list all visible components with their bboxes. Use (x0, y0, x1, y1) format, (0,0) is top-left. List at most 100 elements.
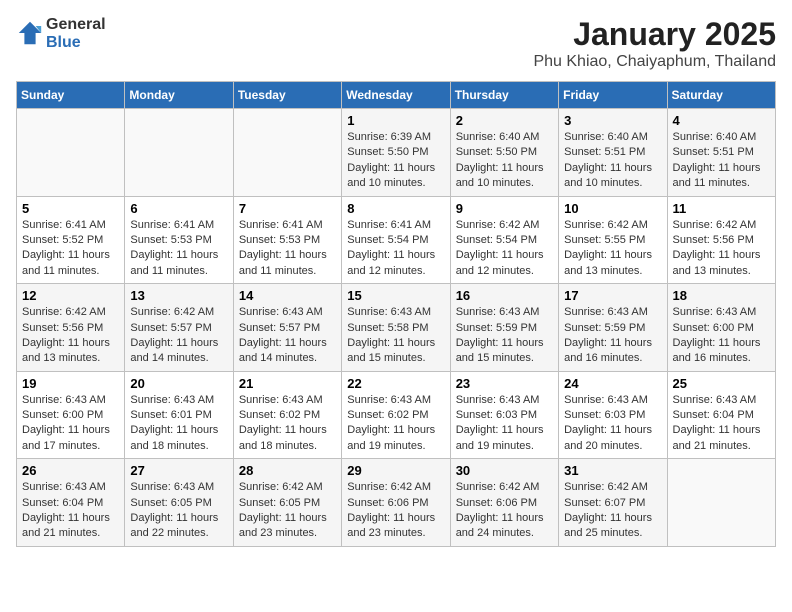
day-info: Sunrise: 6:40 AM Sunset: 5:51 PM Dayligh… (673, 130, 770, 192)
calendar-cell: 20 Sunrise: 6:43 AM Sunset: 6:01 PM Dayli… (125, 371, 233, 459)
calendar-cell: 30 Sunrise: 6:42 AM Sunset: 6:06 PM Dayli… (450, 459, 558, 547)
day-number: 30 (456, 463, 553, 478)
day-number: 6 (130, 201, 227, 216)
day-info: Sunrise: 6:39 AM Sunset: 5:50 PM Dayligh… (347, 130, 444, 192)
day-info: Sunrise: 6:43 AM Sunset: 6:03 PM Dayligh… (564, 393, 661, 455)
calendar-week-row: 19 Sunrise: 6:43 AM Sunset: 6:00 PM Dayli… (17, 371, 776, 459)
day-info: Sunrise: 6:42 AM Sunset: 5:54 PM Dayligh… (456, 218, 553, 280)
calendar-cell: 7Sunrise: 6:41 AM Sunset: 5:53 PM Daylig… (233, 196, 341, 284)
day-info: Sunrise: 6:43 AM Sunset: 6:00 PM Dayligh… (22, 393, 119, 455)
day-info: Sunrise: 6:43 AM Sunset: 5:59 PM Dayligh… (564, 305, 661, 367)
calendar-cell: 9 Sunrise: 6:42 AM Sunset: 5:54 PM Daylig… (450, 196, 558, 284)
day-number: 10 (564, 201, 661, 216)
calendar-cell: 23 Sunrise: 6:43 AM Sunset: 6:03 PM Dayli… (450, 371, 558, 459)
calendar-week-row: 26 Sunrise: 6:43 AM Sunset: 6:04 PM Dayli… (17, 459, 776, 547)
day-number: 9 (456, 201, 553, 216)
calendar-cell: 24 Sunrise: 6:43 AM Sunset: 6:03 PM Dayli… (559, 371, 667, 459)
calendar-cell (125, 109, 233, 197)
day-number: 18 (673, 288, 770, 303)
day-number: 17 (564, 288, 661, 303)
calendar-cell: 5 Sunrise: 6:41 AM Sunset: 5:52 PM Daylig… (17, 196, 125, 284)
calendar-cell: 31 Sunrise: 6:42 AM Sunset: 6:07 PM Dayli… (559, 459, 667, 547)
day-info: Sunrise: 6:41 AM Sunset: 5:54 PM Dayligh… (347, 218, 444, 280)
page-subtitle: Phu Khiao, Chaiyaphum, Thailand (533, 53, 776, 71)
calendar-cell: 3Sunrise: 6:40 AM Sunset: 5:51 PM Daylig… (559, 109, 667, 197)
header-day-wednesday: Wednesday (342, 82, 450, 109)
title-block: January 2025 Phu Khiao, Chaiyaphum, Thai… (533, 16, 776, 71)
day-number: 1 (347, 113, 444, 128)
calendar-cell: 17 Sunrise: 6:43 AM Sunset: 5:59 PM Dayli… (559, 284, 667, 372)
day-number: 20 (130, 376, 227, 391)
day-info: Sunrise: 6:42 AM Sunset: 5:55 PM Dayligh… (564, 218, 661, 280)
day-number: 26 (22, 463, 119, 478)
day-number: 25 (673, 376, 770, 391)
header-day-thursday: Thursday (450, 82, 558, 109)
day-number: 27 (130, 463, 227, 478)
day-info: Sunrise: 6:43 AM Sunset: 6:01 PM Dayligh… (130, 393, 227, 455)
calendar-cell: 26 Sunrise: 6:43 AM Sunset: 6:04 PM Dayli… (17, 459, 125, 547)
day-number: 11 (673, 201, 770, 216)
day-number: 12 (22, 288, 119, 303)
day-info: Sunrise: 6:42 AM Sunset: 5:56 PM Dayligh… (22, 305, 119, 367)
day-info: Sunrise: 6:42 AM Sunset: 6:05 PM Dayligh… (239, 480, 336, 542)
day-info: Sunrise: 6:40 AM Sunset: 5:50 PM Dayligh… (456, 130, 553, 192)
day-number: 5 (22, 201, 119, 216)
day-number: 28 (239, 463, 336, 478)
calendar-cell: 29Sunrise: 6:42 AM Sunset: 6:06 PM Dayli… (342, 459, 450, 547)
calendar-cell (667, 459, 775, 547)
day-number: 31 (564, 463, 661, 478)
day-info: Sunrise: 6:43 AM Sunset: 6:00 PM Dayligh… (673, 305, 770, 367)
day-number: 2 (456, 113, 553, 128)
header-day-friday: Friday (559, 82, 667, 109)
calendar-cell: 27 Sunrise: 6:43 AM Sunset: 6:05 PM Dayli… (125, 459, 233, 547)
day-info: Sunrise: 6:42 AM Sunset: 6:06 PM Dayligh… (456, 480, 553, 542)
day-info: Sunrise: 6:42 AM Sunset: 5:56 PM Dayligh… (673, 218, 770, 280)
day-number: 24 (564, 376, 661, 391)
day-info: Sunrise: 6:42 AM Sunset: 5:57 PM Dayligh… (130, 305, 227, 367)
calendar-cell: 25 Sunrise: 6:43 AM Sunset: 6:04 PM Dayli… (667, 371, 775, 459)
calendar-cell (17, 109, 125, 197)
day-info: Sunrise: 6:42 AM Sunset: 6:07 PM Dayligh… (564, 480, 661, 542)
calendar-cell: 19 Sunrise: 6:43 AM Sunset: 6:00 PM Dayli… (17, 371, 125, 459)
calendar-cell: 12 Sunrise: 6:42 AM Sunset: 5:56 PM Dayli… (17, 284, 125, 372)
day-info: Sunrise: 6:41 AM Sunset: 5:52 PM Dayligh… (22, 218, 119, 280)
day-number: 15 (347, 288, 444, 303)
calendar-cell: 16 Sunrise: 6:43 AM Sunset: 5:59 PM Dayli… (450, 284, 558, 372)
day-info: Sunrise: 6:43 AM Sunset: 6:04 PM Dayligh… (22, 480, 119, 542)
header-day-monday: Monday (125, 82, 233, 109)
day-number: 23 (456, 376, 553, 391)
calendar-header-row: SundayMondayTuesdayWednesdayThursdayFrid… (17, 82, 776, 109)
calendar-cell: 22 Sunrise: 6:43 AM Sunset: 6:02 PM Dayli… (342, 371, 450, 459)
calendar-cell: 14 Sunrise: 6:43 AM Sunset: 5:57 PM Dayli… (233, 284, 341, 372)
day-number: 16 (456, 288, 553, 303)
header-day-tuesday: Tuesday (233, 82, 341, 109)
day-info: Sunrise: 6:43 AM Sunset: 6:03 PM Dayligh… (456, 393, 553, 455)
logo: General Blue (16, 16, 106, 52)
page-title: January 2025 (533, 16, 776, 53)
day-info: Sunrise: 6:43 AM Sunset: 5:57 PM Dayligh… (239, 305, 336, 367)
day-info: Sunrise: 6:43 AM Sunset: 6:04 PM Dayligh… (673, 393, 770, 455)
calendar-cell: 1 Sunrise: 6:39 AM Sunset: 5:50 PM Daylig… (342, 109, 450, 197)
calendar-cell (233, 109, 341, 197)
day-info: Sunrise: 6:43 AM Sunset: 6:02 PM Dayligh… (347, 393, 444, 455)
day-number: 13 (130, 288, 227, 303)
logo-icon (16, 19, 44, 47)
calendar-cell: 28 Sunrise: 6:42 AM Sunset: 6:05 PM Dayli… (233, 459, 341, 547)
calendar-cell: 18 Sunrise: 6:43 AM Sunset: 6:00 PM Dayli… (667, 284, 775, 372)
day-number: 14 (239, 288, 336, 303)
day-number: 22 (347, 376, 444, 391)
day-number: 3 (564, 113, 661, 128)
day-info: Sunrise: 6:43 AM Sunset: 5:58 PM Dayligh… (347, 305, 444, 367)
calendar-cell: 11 Sunrise: 6:42 AM Sunset: 5:56 PM Dayli… (667, 196, 775, 284)
header-day-saturday: Saturday (667, 82, 775, 109)
calendar-cell: 2 Sunrise: 6:40 AM Sunset: 5:50 PM Daylig… (450, 109, 558, 197)
calendar-cell: 13 Sunrise: 6:42 AM Sunset: 5:57 PM Dayli… (125, 284, 233, 372)
day-number: 19 (22, 376, 119, 391)
day-info: Sunrise: 6:43 AM Sunset: 5:59 PM Dayligh… (456, 305, 553, 367)
page-header: General Blue January 2025 Phu Khiao, Cha… (16, 16, 776, 71)
day-info: Sunrise: 6:41 AM Sunset: 5:53 PM Dayligh… (130, 218, 227, 280)
day-number: 8 (347, 201, 444, 216)
calendar-week-row: 1 Sunrise: 6:39 AM Sunset: 5:50 PM Daylig… (17, 109, 776, 197)
day-info: Sunrise: 6:43 AM Sunset: 6:05 PM Dayligh… (130, 480, 227, 542)
header-day-sunday: Sunday (17, 82, 125, 109)
